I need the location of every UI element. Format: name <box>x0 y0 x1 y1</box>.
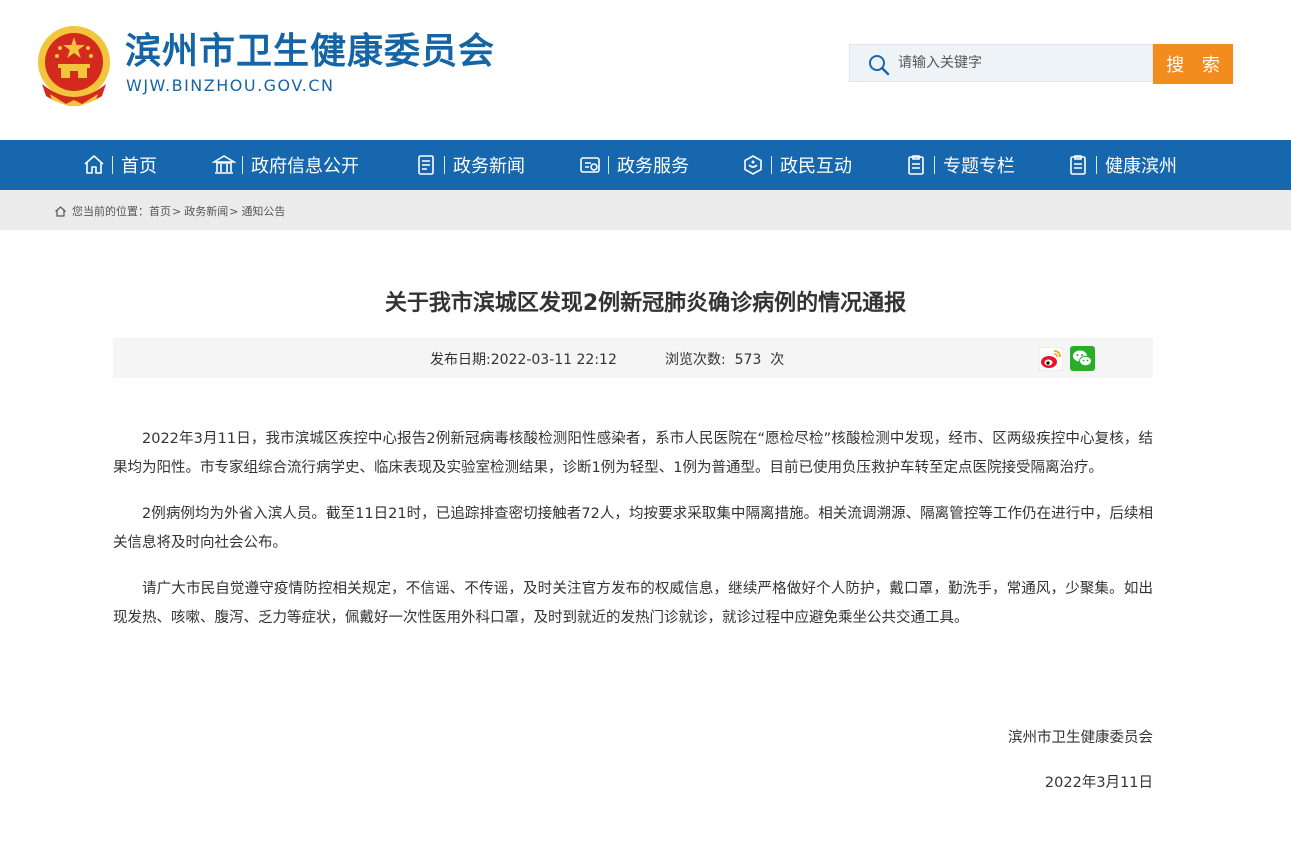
view-count-value: 573 <box>734 352 762 368</box>
wechat-share-icon[interactable] <box>1070 346 1095 371</box>
building-icon <box>212 155 236 174</box>
nav-item-label: 专题专栏 <box>943 156 1015 177</box>
search-box <box>849 44 1153 82</box>
nav-divider <box>934 156 935 174</box>
breadcrumb-prefix: 您当前的位置： <box>72 205 149 218</box>
breadcrumb-link-home[interactable]: 首页 <box>149 203 171 219</box>
search-icon <box>869 55 890 76</box>
nav-item-label: 政府信息公开 <box>251 156 359 177</box>
weibo-share-icon[interactable] <box>1039 347 1063 371</box>
breadcrumb: 您当前的位置： 首页 > 政务新闻 > 通知公告 <box>0 190 1291 230</box>
article-body: 2022年3月11日，我市滨城区疾控中心报告2例新冠病毒核酸检测阳性感染者，系市… <box>113 425 1153 650</box>
national-emblem-icon[interactable] <box>36 24 112 106</box>
document-icon <box>418 155 434 175</box>
main-nav: 首页 政府信息公开 政务新闻 政务服务 政民互动 专题专栏 健康滨州 <box>0 140 1291 190</box>
nav-divider <box>1096 156 1097 174</box>
article-signature: 滨州市卫生健康委员会 <box>1008 730 1153 746</box>
search-button[interactable]: 搜 索 <box>1153 44 1233 84</box>
breadcrumb-link-news[interactable]: 政务新闻 <box>184 203 228 219</box>
health-icon <box>1070 155 1086 175</box>
home-icon <box>55 205 66 217</box>
nav-item-healthy-binzhou[interactable]: 健康滨州 <box>1066 140 1177 190</box>
site-name[interactable]: 滨州市卫生健康委员会 <box>125 28 495 76</box>
nav-item-label: 政务服务 <box>617 156 689 177</box>
nav-item-label: 首页 <box>121 156 157 177</box>
article-sign-date: 2022年3月11日 <box>1044 775 1153 791</box>
breadcrumb-separator: > <box>172 204 182 218</box>
nav-item-label: 政民互动 <box>780 156 852 177</box>
article-paragraph: 请广大市民自觉遵守疫情防控相关规定，不信谣、不传谣，及时关注官方发布的权威信息，… <box>113 581 1153 626</box>
article-paragraph: 2例病例均为外省入滨人员。截至11日21时，已追踪排查密切接触者72人，均按要求… <box>113 506 1153 551</box>
nav-item-label: 政务新闻 <box>453 156 525 177</box>
nav-item-gov-info[interactable]: 政府信息公开 <box>212 140 359 190</box>
service-icon <box>580 157 600 173</box>
nav-item-home[interactable]: 首页 <box>82 140 157 190</box>
publish-date: 发布日期:2022-03-11 22:12 <box>430 352 617 368</box>
view-count-label: 浏览次数: <box>665 352 726 368</box>
article-meta-bar: 发布日期:2022-03-11 22:12 浏览次数: 573 次 <box>113 338 1153 378</box>
nav-item-interaction[interactable]: 政民互动 <box>741 140 852 190</box>
clipboard-icon <box>908 155 924 175</box>
interaction-icon <box>744 155 762 175</box>
nav-divider <box>242 156 243 174</box>
nav-item-news[interactable]: 政务新闻 <box>414 140 525 190</box>
nav-divider <box>771 156 772 174</box>
site-domain: WJW.BINZHOU.GOV.CN <box>126 76 335 95</box>
view-count: 浏览次数: 573 次 <box>665 349 784 369</box>
nav-item-topics[interactable]: 专题专栏 <box>904 140 1015 190</box>
nav-divider <box>444 156 445 174</box>
breadcrumb-separator: > <box>229 204 239 218</box>
home-icon <box>84 155 104 174</box>
nav-item-services[interactable]: 政务服务 <box>578 140 689 190</box>
search-input[interactable] <box>898 51 1138 75</box>
article-title: 关于我市滨城区发现2例新冠肺炎确诊病例的情况通报 <box>384 291 907 316</box>
nav-item-label: 健康滨州 <box>1105 156 1177 177</box>
nav-divider <box>608 156 609 174</box>
site-header: 滨州市卫生健康委员会 WJW.BINZHOU.GOV.CN 搜 索 <box>0 0 1291 140</box>
article-paragraph: 2022年3月11日，我市滨城区疾控中心报告2例新冠病毒核酸检测阳性感染者，系市… <box>113 431 1153 476</box>
view-count-unit: 次 <box>770 352 785 368</box>
breadcrumb-link-notices[interactable]: 通知公告 <box>241 203 285 219</box>
nav-divider <box>112 156 113 174</box>
